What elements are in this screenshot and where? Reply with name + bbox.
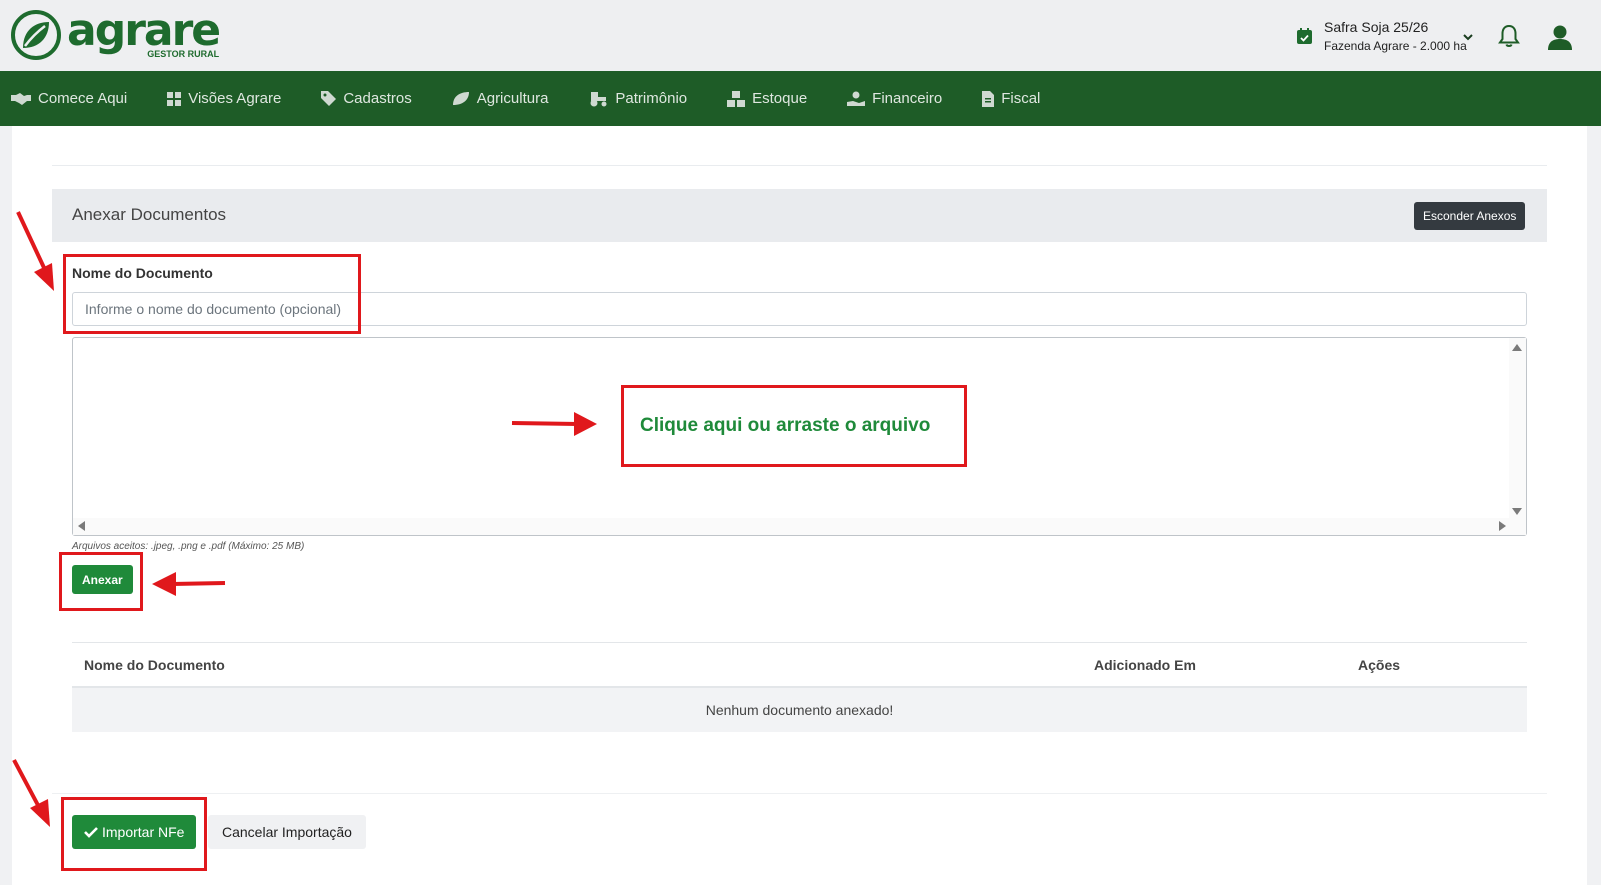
user-icon[interactable] <box>1547 24 1573 50</box>
attachments-card-header: Anexar Documentos Esconder Anexos <box>52 189 1547 242</box>
nav-financeiro[interactable]: Financeiro <box>847 90 942 107</box>
nav-label: Visões Agrare <box>188 90 282 107</box>
scroll-left-arrow-icon[interactable] <box>78 521 85 531</box>
accepted-files-hint: Arquivos aceitos: .jpeg, .png e .pdf (Má… <box>72 541 305 552</box>
column-header-added-on[interactable]: Adicionado Em <box>1094 657 1196 673</box>
annotation-box-import <box>61 797 207 871</box>
nav-label: Cadastros <box>343 90 412 107</box>
horizontal-scrollbar[interactable] <box>73 518 1526 535</box>
scroll-right-arrow-icon[interactable] <box>1499 521 1506 531</box>
previous-card-bottom <box>52 126 1547 166</box>
grid-icon <box>167 91 182 106</box>
annotation-box-dropzone <box>621 385 967 467</box>
logo-wordmark: agrare <box>67 5 221 56</box>
nav-fiscal[interactable]: Fiscal <box>982 90 1040 107</box>
season-selector[interactable]: Safra Soja 25/26 Fazenda Agrare - 2.000 … <box>1297 18 1473 56</box>
nav-patrimonio[interactable]: Patrimônio <box>588 90 687 107</box>
nav-label: Financeiro <box>872 90 943 107</box>
nav-label: Estoque <box>752 90 808 107</box>
nav-label: Comece Aqui <box>38 90 128 107</box>
tag-icon <box>321 91 337 106</box>
nav-label: Agricultura <box>476 90 549 107</box>
annotation-box-attach <box>59 552 143 611</box>
table-header: Nome do Documento Adicionado Em Ações <box>72 642 1527 688</box>
empty-table-row: Nenhum documento anexado! <box>72 688 1527 732</box>
nav-label: Fiscal <box>1001 90 1041 107</box>
hide-attachments-button[interactable]: Esconder Anexos <box>1414 202 1526 230</box>
column-header-document-name[interactable]: Nome do Documento <box>84 657 225 673</box>
card-title: Anexar Documentos <box>72 205 227 224</box>
top-header: agrare GESTOR RURAL Safra Soja 25/26 Faz… <box>0 0 1601 71</box>
nav-label: Patrimônio <box>615 90 688 107</box>
scroll-up-arrow-icon[interactable] <box>1512 344 1522 351</box>
handshake-icon <box>11 92 31 105</box>
agrare-logo[interactable]: agrare GESTOR RURAL <box>11 5 221 60</box>
nav-cadastros[interactable]: Cadastros <box>321 90 412 107</box>
scroll-down-arrow-icon[interactable] <box>1512 508 1522 515</box>
farm-name: Fazenda Agrare - 2.000 ha <box>1324 39 1467 53</box>
nav-estoque[interactable]: Estoque <box>727 90 807 107</box>
vertical-scrollbar[interactable] <box>1509 338 1526 518</box>
hand-coin-icon <box>847 91 866 106</box>
leaf-icon <box>452 92 469 105</box>
nav-comece-aqui[interactable]: Comece Aqui <box>11 90 127 107</box>
calendar-check-icon <box>1297 28 1312 44</box>
logo-subtitle: GESTOR RURAL <box>147 49 220 59</box>
documents-table: Nome do Documento Adicionado Em Ações Ne… <box>72 642 1527 732</box>
boxes-icon <box>727 90 746 107</box>
column-header-actions: Ações <box>1358 657 1401 673</box>
nav-agricultura[interactable]: Agricultura <box>452 90 549 107</box>
annotation-box-document-name <box>63 254 361 334</box>
main-navbar: Comece Aqui Visões Agrare Cadastros Agri… <box>0 71 1601 126</box>
nav-visoes-agrare[interactable]: Visões Agrare <box>167 90 281 107</box>
bell-icon[interactable] <box>1498 24 1520 48</box>
file-icon <box>982 90 995 107</box>
chevron-down-icon[interactable] <box>1463 32 1473 42</box>
tractor-icon <box>590 91 607 106</box>
leaf-logo-icon <box>11 10 61 60</box>
season-name: Safra Soja 25/26 <box>1324 19 1429 35</box>
cancel-import-button[interactable]: Cancelar Importação <box>208 815 366 849</box>
